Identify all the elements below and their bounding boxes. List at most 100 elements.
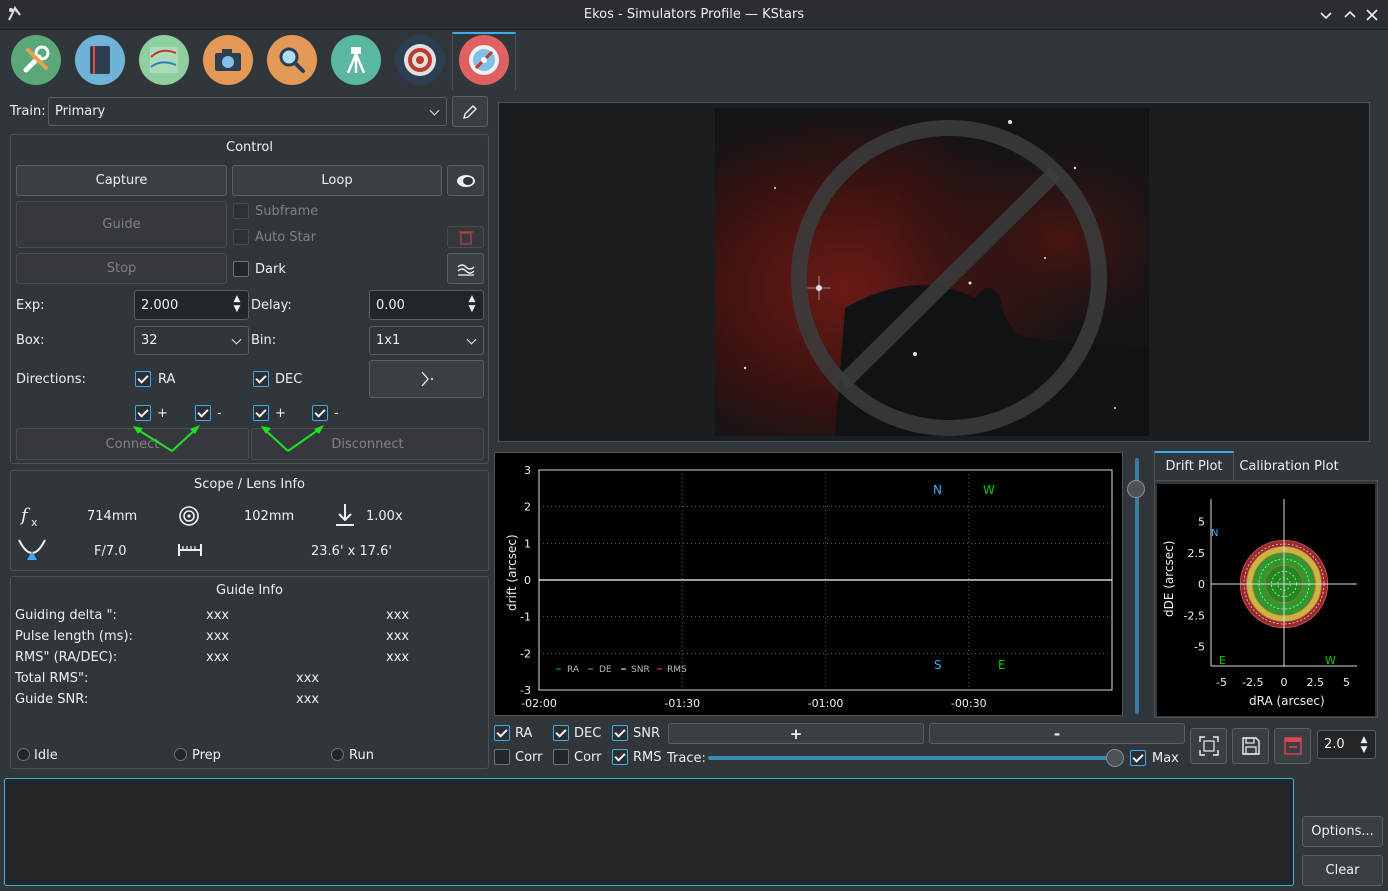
minimize-icon[interactable] (1316, 5, 1336, 25)
guiding-delta-ra: xxx (206, 608, 230, 623)
clear-graph-button[interactable] (1274, 728, 1311, 764)
ra-corr-checkbox[interactable] (494, 749, 510, 765)
tab-setup[interactable] (11, 35, 61, 85)
close-icon[interactable] (1362, 5, 1382, 25)
legend-de: DE (599, 665, 612, 675)
drift-plot[interactable]: -5 -2.5 0 2.5 5 5 2.5 0 -2.5 -5 dDE (arcsec) dRA … (1157, 484, 1375, 716)
delay-label: Delay: (251, 298, 292, 313)
tab-align[interactable] (395, 35, 445, 85)
ra-direction-checkbox[interactable] (135, 371, 151, 387)
clear-calibration-button[interactable] (447, 226, 484, 248)
scatter-x-tick: 0 (1281, 676, 1288, 689)
state-prep-indicator (174, 748, 187, 761)
drift-y-tick: -2 (520, 647, 531, 660)
capture-button[interactable]: Capture (16, 165, 227, 196)
dec-direction-checkbox[interactable] (253, 371, 269, 387)
maximize-icon[interactable] (1340, 5, 1360, 25)
dec-direction-label: DEC (275, 372, 303, 387)
drift-graph[interactable]: 3 2 1 0 -1 -2 -3 -02:00 -01:30 -01:00 -00:30 drift… (494, 452, 1123, 716)
guide-frame-view[interactable] (498, 102, 1370, 442)
magnifier-icon (279, 47, 305, 73)
dark-checkbox[interactable] (233, 261, 249, 277)
trace-slider[interactable] (708, 749, 1124, 767)
drift-vertical-slider[interactable] (1127, 458, 1145, 714)
dec-graph-checkbox[interactable] (553, 725, 569, 741)
subframe-checkbox[interactable] (233, 203, 249, 219)
train-select-value: Primary (55, 104, 106, 119)
focal-ratio-value: F/7.0 (94, 544, 127, 559)
delay-value: 0.00 (376, 297, 405, 313)
tab-capture[interactable] (203, 35, 253, 85)
rms-ra: xxx (206, 650, 230, 665)
tab-scheduler[interactable] (75, 35, 125, 85)
max-label: Max (1152, 751, 1179, 766)
spin-arrows-icon[interactable]: ▲ ▼ (232, 294, 242, 314)
chevron-right-dot-icon (421, 371, 433, 387)
subframe-label: Subframe (255, 204, 319, 219)
tab-analyze[interactable] (139, 35, 189, 85)
tab-mount[interactable] (331, 35, 381, 85)
state-run-indicator (331, 748, 344, 761)
dark-library-button[interactable] (447, 253, 484, 284)
zoom-spinbox[interactable]: 2.0 ▲ ▼ (1317, 730, 1376, 759)
spin-arrows-icon[interactable]: ▲ ▼ (467, 294, 477, 314)
drift-x-tick: -01:30 (664, 697, 700, 710)
zoom-value: 2.0 (1324, 737, 1345, 752)
edit-train-button[interactable] (452, 96, 488, 127)
title-bar: Ekos - Simulators Profile — KStars (0, 0, 1388, 30)
dark-label: Dark (255, 262, 286, 277)
total-rms-label: Total RMS": (15, 671, 89, 686)
tab-calibration-plot[interactable]: Calibration Plot (1234, 452, 1344, 480)
train-select[interactable]: Primary (48, 97, 447, 126)
drift-compass-e: E (998, 658, 1006, 672)
spin-arrows-icon[interactable]: ▲ ▼ (1359, 735, 1369, 755)
fit-graph-button[interactable] (1190, 728, 1227, 764)
tab-focus[interactable] (267, 35, 317, 85)
loop-button[interactable]: Loop (232, 165, 442, 196)
tab-guide[interactable] (459, 35, 509, 85)
camera-icon (215, 49, 241, 71)
zoom-in-graph-button[interactable]: + (668, 723, 924, 744)
max-checkbox[interactable] (1130, 750, 1146, 766)
dec-corr-checkbox[interactable] (553, 749, 569, 765)
tab-drift-plot[interactable]: Drift Plot (1154, 451, 1234, 481)
guiding-delta-label: Guiding delta ": (15, 608, 117, 623)
stop-button[interactable]: Stop (16, 253, 227, 284)
scatter-y-tick: 5 (1198, 516, 1205, 529)
reducer-icon (333, 502, 357, 532)
guide-button[interactable]: Guide (16, 201, 227, 248)
pulse-length-label: Pulse length (ms): (15, 629, 133, 644)
log-options-button[interactable]: Options... (1302, 816, 1383, 847)
chevron-down-icon (231, 334, 242, 345)
delay-spinbox[interactable]: 0.00 ▲ ▼ (369, 290, 484, 320)
rms-label: RMS" (RA/DEC): (15, 650, 118, 665)
log-text-area[interactable] (4, 778, 1294, 886)
exposure-spinbox[interactable]: 2.000 ▲ ▼ (134, 290, 249, 320)
scatter-y-tick: 0 (1198, 578, 1205, 591)
slider-handle[interactable] (1127, 480, 1145, 498)
ra-graph-checkbox[interactable] (494, 725, 510, 741)
snr-graph-checkbox[interactable] (612, 725, 628, 741)
zoom-out-graph-button[interactable]: - (929, 723, 1185, 744)
scatter-compass-n: N (1211, 528, 1218, 539)
log-clear-button[interactable]: Clear (1302, 855, 1383, 886)
manual-dither-button[interactable] (369, 360, 484, 398)
bin-select[interactable]: 1x1 (369, 326, 484, 355)
trace-slider-handle[interactable] (1106, 749, 1124, 767)
state-idle-label: Idle (34, 748, 58, 763)
window-title: Ekos - Simulators Profile — KStars (583, 7, 805, 22)
auto-star-checkbox[interactable] (233, 229, 249, 245)
scatter-x-tick: 5 (1343, 676, 1350, 689)
box-select[interactable]: 32 (134, 326, 249, 355)
visibility-toggle-button[interactable] (447, 165, 484, 196)
scatter-compass-e: E (1219, 654, 1226, 667)
auto-star-label: Auto Star (255, 230, 316, 245)
save-graph-button[interactable] (1232, 728, 1269, 764)
rms-graph-label: RMS (633, 750, 662, 765)
dec-corr-label: Corr (574, 750, 602, 765)
floppy-save-icon (1241, 737, 1260, 755)
drift-compass-s: S (934, 658, 942, 672)
drift-x-tick: -00:30 (951, 697, 987, 710)
rms-graph-checkbox[interactable] (612, 749, 628, 765)
drift-plot-svg: -5 -2.5 0 2.5 5 5 2.5 0 -2.5 -5 dDE (arcsec) dRA … (1162, 499, 1357, 708)
